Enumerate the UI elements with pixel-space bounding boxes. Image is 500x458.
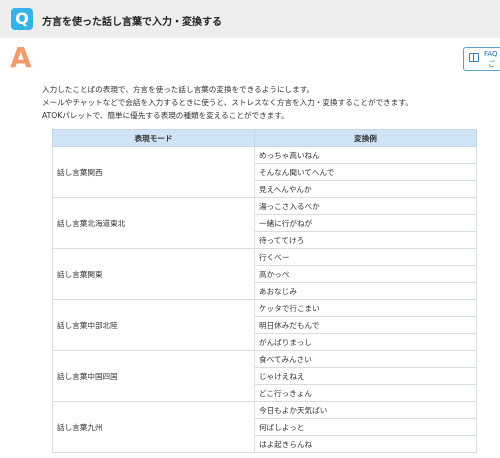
- mode-cell: 話し言葉関東: [52, 248, 255, 300]
- answer-badge: A: [10, 41, 32, 74]
- mode-cell: 話し言葉中国四国: [52, 350, 255, 402]
- example-cell: 明日休みだもんで: [254, 316, 477, 334]
- example-cell: 食べてみんさい: [254, 350, 477, 368]
- dialect-mode-table: 表現モード 変換例 話し言葉関西 めっちゃ高いねん そんなん聞いてへんで 見えへ…: [52, 129, 477, 453]
- example-cell: 見えへんやんか: [254, 180, 477, 198]
- answer-intro: 入力したことばの表現で、方言を使った話し言葉の変換をできるようにします。 メール…: [42, 83, 498, 122]
- example-cell: 何ばしよっと: [254, 418, 477, 436]
- question-text: 方言を使った話し言葉で入力・変換する: [42, 17, 222, 28]
- example-cell: あおなじみ: [254, 282, 477, 300]
- question-badge: Q: [11, 8, 33, 30]
- table-header-row: 表現モード 変換例: [52, 129, 477, 147]
- intro-line: 入力したことばの表現で、方言を使った話し言葉の変換をできるようにします。: [42, 85, 315, 94]
- example-cell: めっちゃ高いねん: [254, 146, 477, 164]
- table-row: 話し言葉中国四国 食べてみんさい: [52, 350, 477, 402]
- mode-cell: 話し言葉中部北陸: [52, 299, 255, 351]
- faq-page: Q 方言を使った話し言葉で入力・変換する A FAQ ご 入力したことばの表現で…: [0, 0, 500, 458]
- mode-cell: 話し言葉九州: [52, 401, 255, 453]
- mode-cell: 話し言葉北海道東北: [52, 197, 255, 249]
- example-cell: 行くべー: [254, 248, 477, 266]
- table-row: 話し言葉関東 行くべー: [52, 248, 477, 300]
- example-cell: はよ起きらんね: [254, 435, 477, 453]
- intro-line: ATOKパレットで、簡単に優先する表現の種類を変えることができます。: [42, 111, 289, 120]
- mode-cell: 話し言葉関西: [52, 146, 255, 198]
- example-cell: 待っててけろ: [254, 231, 477, 249]
- example-cell: 高かっぺ: [254, 265, 477, 283]
- faq-button-label: FAQ: [484, 50, 498, 58]
- column-header-examples: 変換例: [254, 129, 477, 147]
- example-cell: じゃけえねえ: [254, 367, 477, 385]
- intro-line: メールやチャットなどで会話を入力するときに使うと、ストレスなく方言を入力・変換す…: [42, 98, 413, 107]
- example-cell: 今日もよか天気ばい: [254, 401, 477, 419]
- faq-button-sublabel: ご: [488, 60, 495, 68]
- example-cell: どこ行っきょん: [254, 384, 477, 402]
- example-cell: そんなん聞いてへんで: [254, 163, 477, 181]
- table-row: 話し言葉九州 今日もよか天気ばい: [52, 401, 477, 453]
- table-row: 話し言葉北海道東北 湯っこさ入るべか: [52, 197, 477, 249]
- book-icon: [469, 53, 479, 62]
- example-cell: 一緒に行がねが: [254, 214, 477, 232]
- example-cell: ケッタで行こまい: [254, 299, 477, 317]
- example-cell: 湯っこさ入るべか: [254, 197, 477, 215]
- table-row: 話し言葉関西 めっちゃ高いねん: [52, 146, 477, 198]
- faq-link-button[interactable]: FAQ ご: [463, 47, 500, 71]
- column-header-mode: 表現モード: [52, 129, 255, 147]
- question-bar: Q 方言を使った話し言葉で入力・変換する: [0, 0, 500, 38]
- table-row: 話し言葉中部北陸 ケッタで行こまい: [52, 299, 477, 351]
- example-cell: がんばりまっし: [254, 333, 477, 351]
